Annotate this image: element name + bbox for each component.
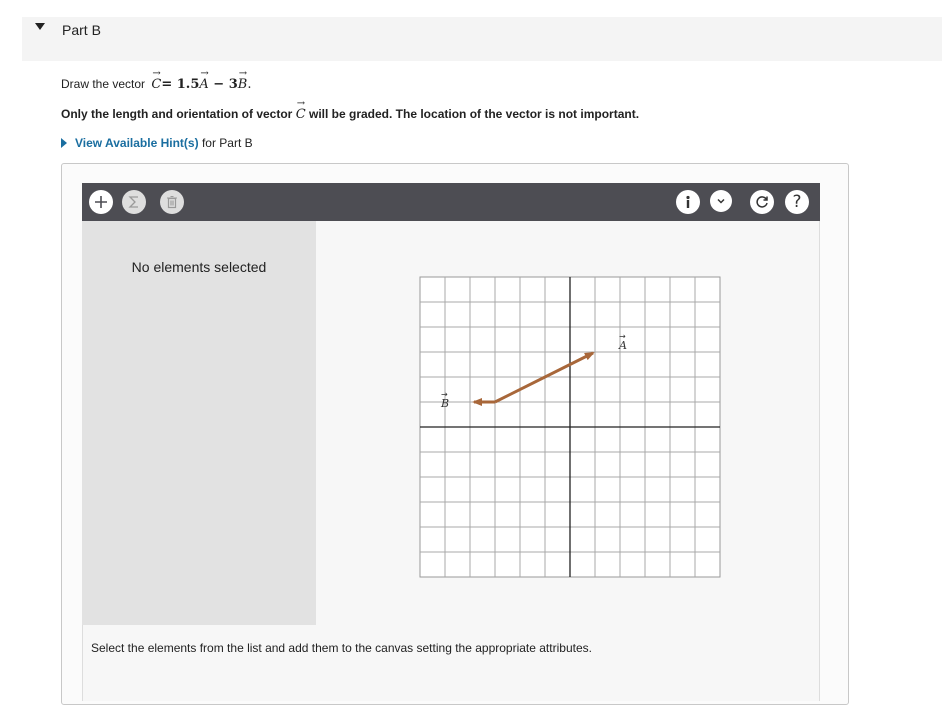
hint-suffix: for Part B <box>201 136 253 150</box>
eq-end: . <box>247 77 252 92</box>
reset-icon[interactable] <box>750 190 774 214</box>
eq-c: C <box>151 77 162 92</box>
trash-icon[interactable] <box>160 190 184 214</box>
note-post: will be graded. The location of the vect… <box>309 107 640 121</box>
no-selection-text: No elements selected <box>131 259 267 275</box>
part-title: Part B <box>62 22 101 38</box>
eq-rhs1: = 1.5 <box>161 77 200 92</box>
draw-instruction: Draw the vector → C= 1.5 → A − 3 → B. <box>61 68 252 92</box>
plus-icon[interactable] <box>89 190 113 214</box>
info-icon[interactable] <box>676 190 700 214</box>
chevron-down-icon[interactable] <box>710 190 732 212</box>
eq-b: B <box>237 77 248 92</box>
view-hints-link[interactable]: View Available Hint(s) <box>75 136 199 150</box>
expand-caret-icon[interactable] <box>61 138 67 148</box>
properties-panel <box>82 221 316 625</box>
hint-row: View Available Hint(s) for Part B <box>61 136 253 150</box>
canvas-instructions: Select the elements from the list and ad… <box>91 641 592 655</box>
grading-note: Only the length and orientation of vecto… <box>61 98 640 122</box>
vector-b-arrow: → <box>441 390 448 399</box>
vector-a-arrow: → <box>619 332 626 341</box>
eq-minus: − 3 <box>208 77 238 92</box>
collapse-caret-icon[interactable] <box>35 23 45 30</box>
sigma-icon[interactable] <box>122 190 146 214</box>
help-icon[interactable]: ? <box>785 190 809 214</box>
note-pre: Only the length and orientation of vecto… <box>61 107 293 121</box>
eq-a: A <box>199 77 209 92</box>
part-header[interactable] <box>22 17 942 61</box>
coordinate-grid[interactable]: A → B → <box>419 276 721 578</box>
note-vec: C <box>295 107 306 122</box>
draw-label: Draw the vector <box>61 77 146 91</box>
toolbar: ? <box>82 183 820 221</box>
equation: → C= 1.5 → A − 3 → B. <box>151 68 252 92</box>
